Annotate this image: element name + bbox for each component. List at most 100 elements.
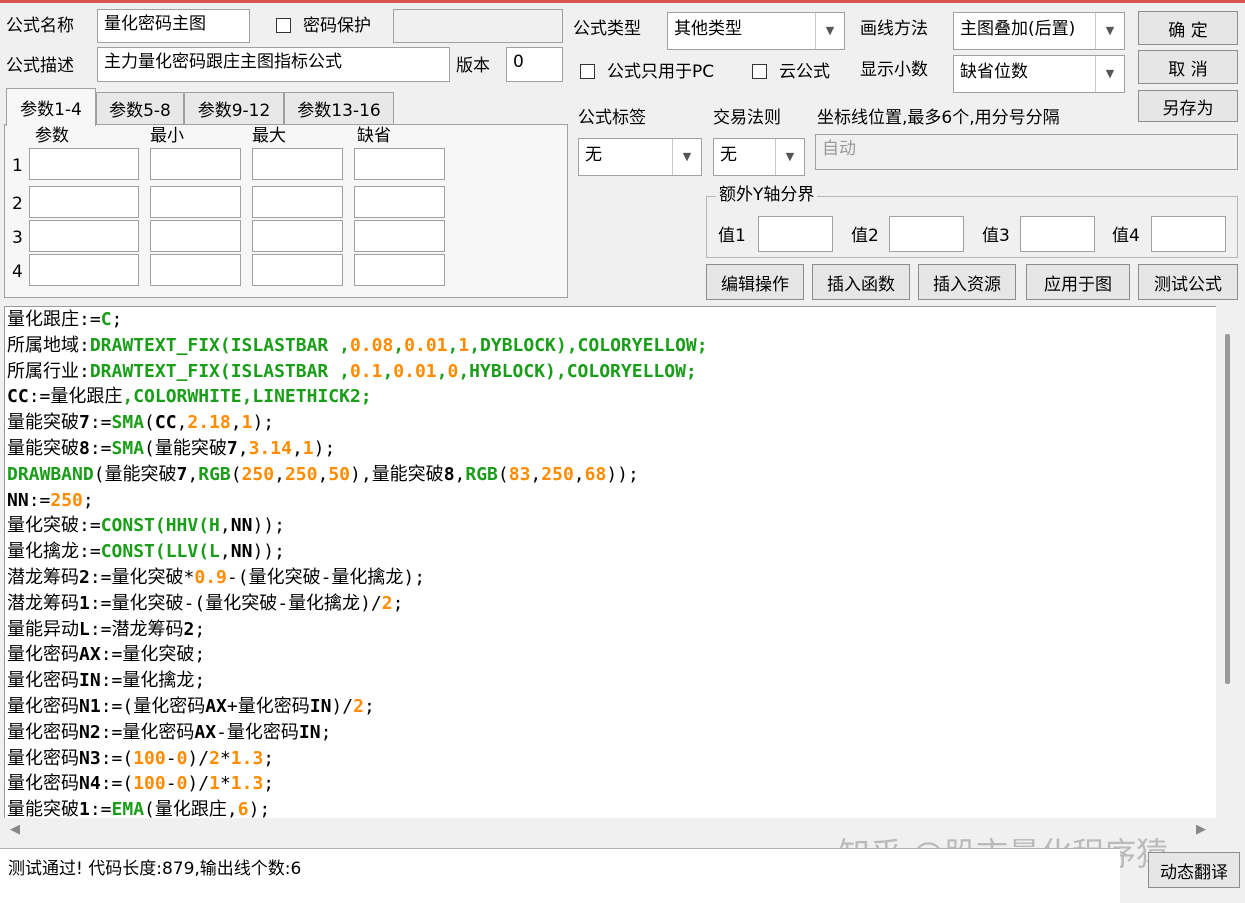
desc-input[interactable]: 主力量化密码跟庄主图指标公式 bbox=[97, 47, 450, 82]
version-input[interactable]: 0 bbox=[506, 47, 563, 82]
rule-select[interactable]: 无 ▼ bbox=[713, 138, 805, 176]
code-token: 100 bbox=[133, 773, 166, 795]
status-message: 测试通过! 代码长度:879,输出线个数:6 bbox=[8, 859, 302, 879]
code-token: := bbox=[100, 670, 123, 692]
tab-params-5-8[interactable]: 参数5-8 bbox=[96, 92, 184, 124]
password-checkbox[interactable] bbox=[276, 18, 291, 33]
param-default-input[interactable] bbox=[354, 254, 445, 286]
insert-function-button[interactable]: 插入函数 bbox=[812, 264, 910, 300]
name-input[interactable]: 量化密码主图 bbox=[97, 9, 250, 43]
code-token: 1.3 bbox=[230, 747, 264, 769]
vertical-scrollbar[interactable] bbox=[1216, 306, 1238, 818]
code-token: 0.01 bbox=[393, 360, 437, 382]
status-panel: 测试通过! 代码长度:879,输出线个数:6 bbox=[0, 848, 1120, 903]
code-token: 量化突破 bbox=[122, 644, 195, 666]
code-token: := bbox=[79, 515, 101, 537]
scrollbar-thumb[interactable] bbox=[1225, 334, 1230, 684]
code-token: * bbox=[219, 747, 231, 769]
code-token: SMA bbox=[111, 437, 145, 459]
param-max-input[interactable] bbox=[252, 254, 343, 286]
code-token: )); bbox=[252, 541, 285, 563]
param-min-input[interactable] bbox=[150, 148, 241, 180]
ok-button[interactable]: 确 定 bbox=[1138, 11, 1238, 45]
code-token: ; bbox=[263, 773, 275, 795]
chevron-down-icon[interactable]: ▼ bbox=[775, 139, 804, 175]
edit-ops-button[interactable]: 编辑操作 bbox=[706, 264, 804, 300]
draw-method-select[interactable]: 主图叠加(后置) ▼ bbox=[953, 12, 1125, 50]
code-token: 量化密码 bbox=[237, 695, 310, 717]
param-name-input[interactable] bbox=[29, 254, 139, 286]
code-token: ( bbox=[144, 799, 155, 820]
dynamic-translate-button[interactable]: 动态翻译 bbox=[1148, 852, 1240, 888]
code-token: + bbox=[226, 695, 238, 717]
chevron-down-icon[interactable]: ▼ bbox=[672, 139, 701, 175]
code-line: 量化密码AX:=量化突破; bbox=[7, 642, 708, 668]
code-editor[interactable]: 量化跟庄:=C; 所属地域:DRAWTEXT_FIX(ISLASTBAR ,0.0… bbox=[4, 306, 1218, 820]
tab-params-1-4[interactable]: 参数1-4 bbox=[6, 88, 96, 126]
code-token: 潜龙筹码 bbox=[7, 592, 79, 614]
decimals-select[interactable]: 缺省位数 ▼ bbox=[953, 55, 1125, 93]
type-select[interactable]: 其他类型 ▼ bbox=[667, 12, 845, 50]
desc-label: 公式描述 bbox=[6, 56, 74, 76]
yval1-input[interactable] bbox=[758, 216, 833, 252]
param-max-input[interactable] bbox=[252, 148, 343, 180]
code-token: 8 bbox=[443, 463, 455, 485]
chevron-down-icon[interactable]: ▼ bbox=[815, 13, 844, 49]
param-min-input[interactable] bbox=[150, 186, 241, 218]
yval3-input[interactable] bbox=[1020, 216, 1095, 252]
chevron-down-icon[interactable]: ▼ bbox=[1095, 56, 1124, 92]
param-min-input[interactable] bbox=[150, 220, 241, 252]
code-token: ; bbox=[320, 721, 332, 743]
apply-to-chart-button[interactable]: 应用于图 bbox=[1026, 264, 1130, 300]
pc-only-checkbox[interactable] bbox=[580, 64, 595, 79]
code-token: 0.01 bbox=[404, 334, 448, 356]
code-token: DRAWTEXT_FIX(ISLASTBAR , bbox=[89, 334, 350, 356]
code-token: :=( bbox=[100, 773, 134, 795]
yval4-label: 值4 bbox=[1112, 226, 1140, 246]
chevron-down-icon[interactable]: ▼ bbox=[1095, 13, 1124, 49]
test-formula-button[interactable]: 测试公式 bbox=[1138, 264, 1238, 300]
cancel-button[interactable]: 取 消 bbox=[1138, 50, 1238, 84]
code-token: , bbox=[187, 463, 199, 485]
param-name-input[interactable] bbox=[29, 186, 139, 218]
param-default-input[interactable] bbox=[354, 220, 445, 252]
tag-select[interactable]: 无 ▼ bbox=[578, 138, 702, 176]
code-token: 所属行业 bbox=[7, 360, 79, 382]
code-token: 潜龙筹码 bbox=[111, 618, 184, 640]
param-default-input[interactable] bbox=[354, 148, 445, 180]
save-as-button[interactable]: 另存为 bbox=[1138, 90, 1238, 122]
code-token: :=( bbox=[100, 695, 134, 717]
yval2-input[interactable] bbox=[889, 216, 964, 252]
type-select-value: 其他类型 bbox=[674, 19, 742, 39]
code-token: 0.9 bbox=[194, 566, 227, 588]
param-name-input[interactable] bbox=[29, 220, 139, 252]
col-header-max: 最大 bbox=[252, 126, 286, 146]
code-token: 量化密码 bbox=[7, 747, 79, 769]
cloud-checkbox[interactable] bbox=[752, 64, 767, 79]
param-default-input[interactable] bbox=[354, 186, 445, 218]
code-token: N1 bbox=[79, 695, 101, 717]
tab-params-9-12[interactable]: 参数9-12 bbox=[184, 92, 284, 124]
code-text: 量化跟庄:=C; 所属地域:DRAWTEXT_FIX(ISLASTBAR ,0.0… bbox=[7, 307, 708, 820]
yval4-input[interactable] bbox=[1151, 216, 1226, 252]
scroll-right-arrow-icon[interactable]: ▶ bbox=[1196, 822, 1206, 837]
insert-resource-button[interactable]: 插入资源 bbox=[918, 264, 1016, 300]
param-name-input[interactable] bbox=[29, 148, 139, 180]
code-token: ; bbox=[392, 592, 404, 614]
password-input[interactable] bbox=[393, 9, 563, 43]
code-token: L bbox=[79, 618, 90, 640]
coord-input[interactable]: 自动 bbox=[815, 134, 1238, 170]
code-token: : bbox=[79, 360, 90, 382]
scroll-left-arrow-icon[interactable]: ◀ bbox=[10, 822, 20, 837]
code-token: , bbox=[436, 360, 448, 382]
param-max-input[interactable] bbox=[252, 186, 343, 218]
param-min-input[interactable] bbox=[150, 254, 241, 286]
code-token: 2 bbox=[183, 618, 195, 640]
code-token: ; bbox=[194, 670, 206, 692]
tab-params-13-16[interactable]: 参数13-16 bbox=[284, 92, 394, 124]
code-token: CC bbox=[7, 386, 29, 408]
param-max-input[interactable] bbox=[252, 220, 343, 252]
param-row-number: 2 bbox=[12, 194, 23, 214]
pc-only-label: 公式只用于PC bbox=[607, 62, 715, 82]
code-line: 量化擒龙:=CONST(LLV(L,NN)); bbox=[7, 539, 708, 565]
